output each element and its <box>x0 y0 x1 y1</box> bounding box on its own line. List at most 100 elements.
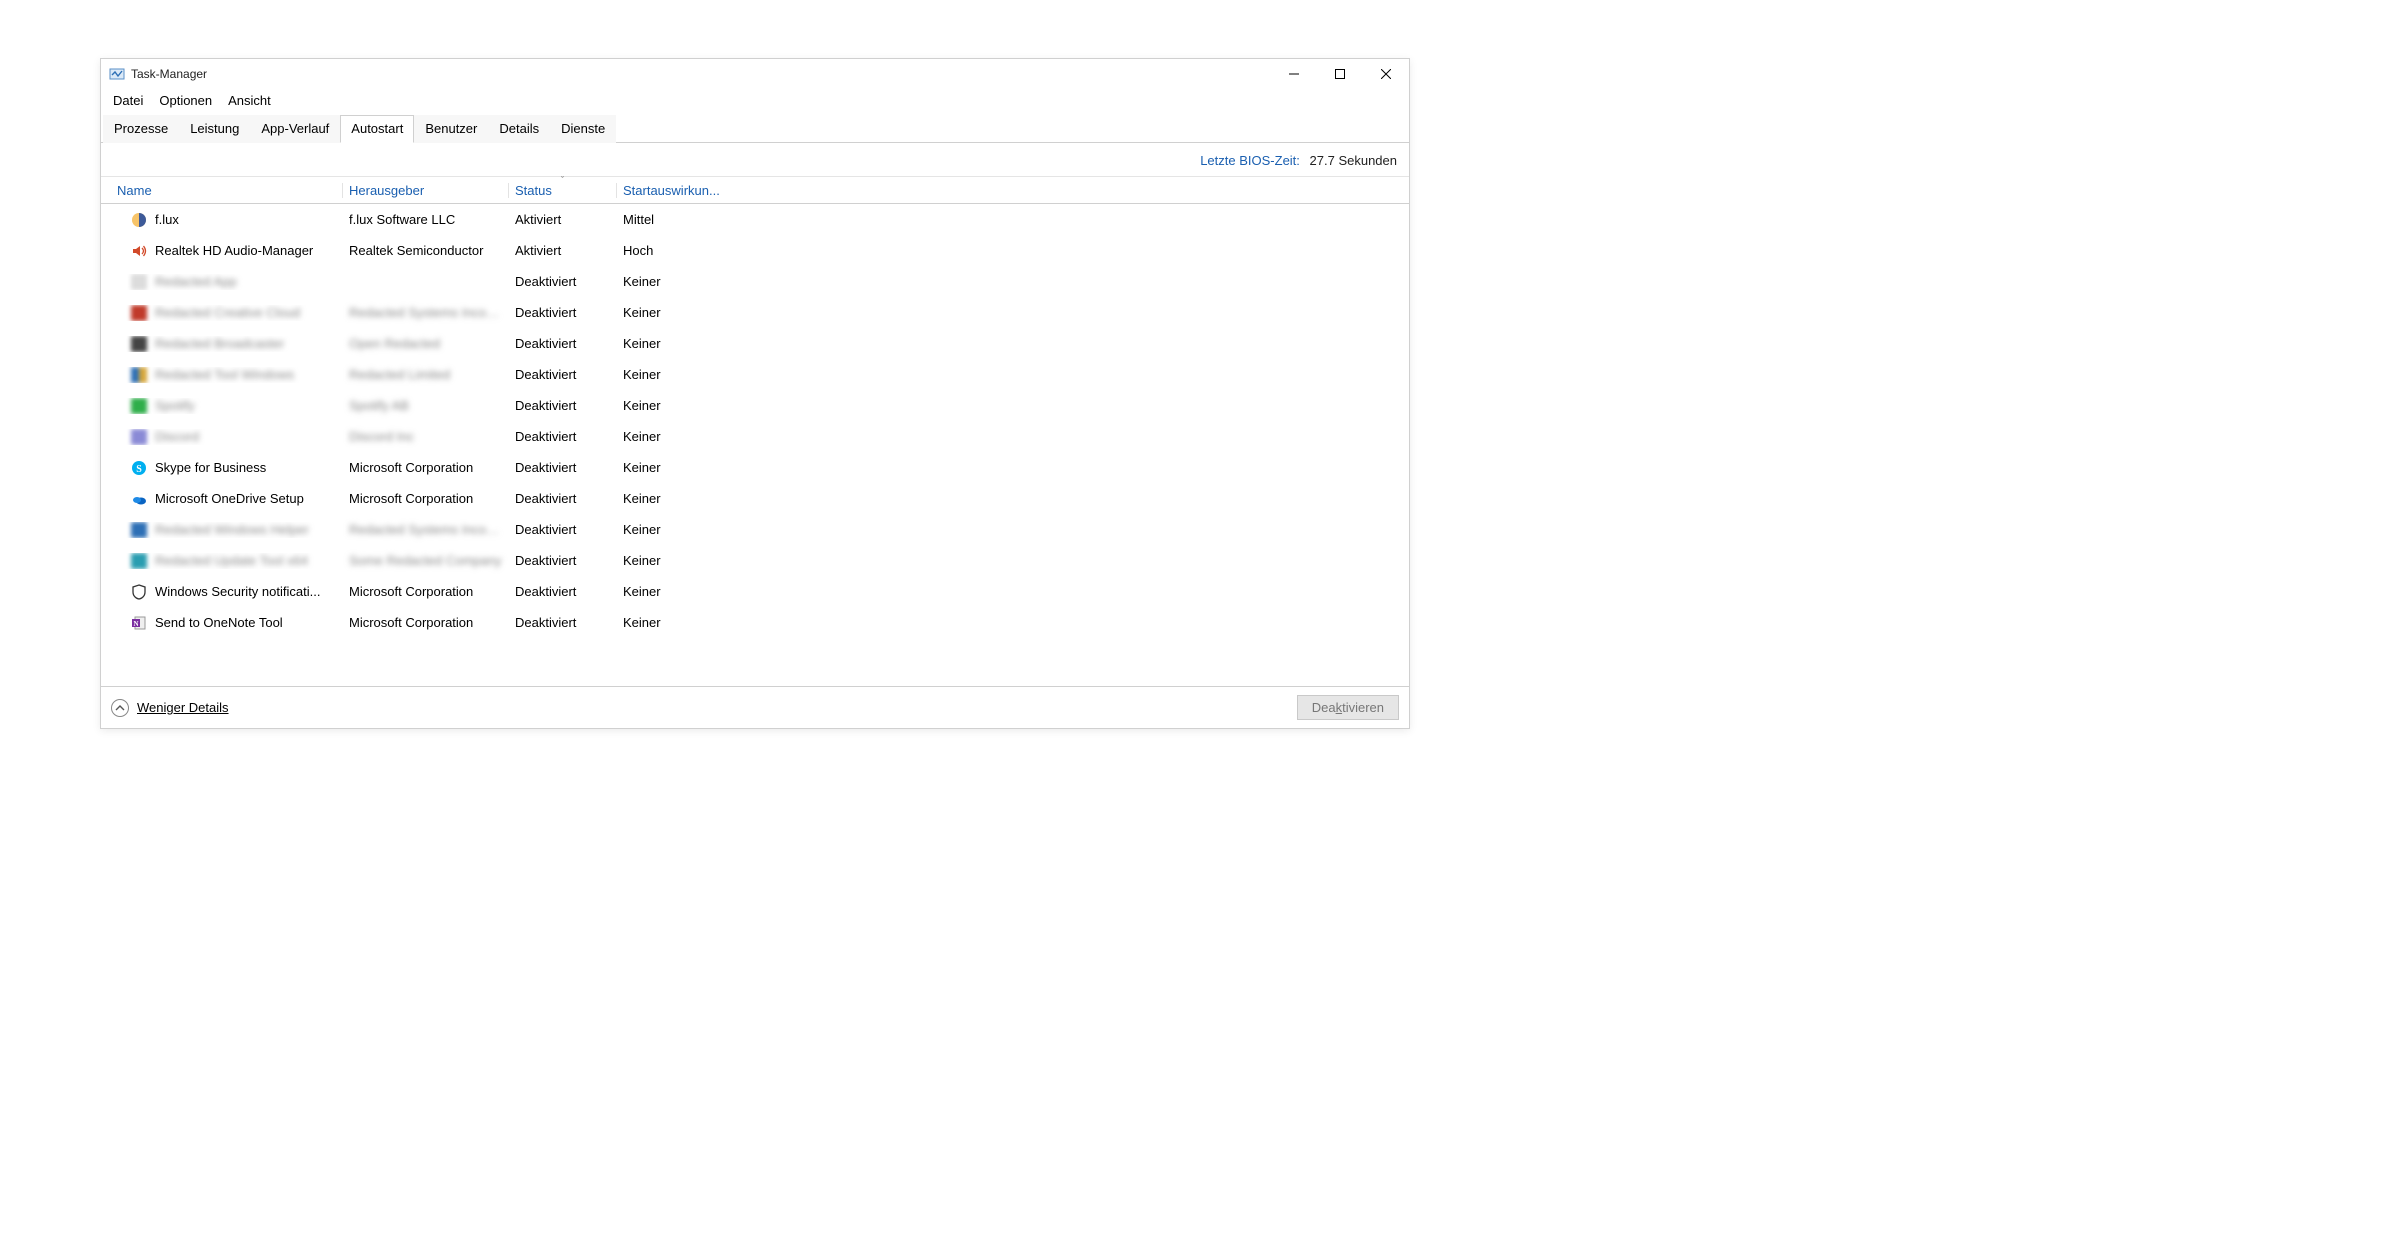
blur-violet-icon <box>131 429 147 445</box>
col-status[interactable]: ˇ Status <box>509 183 617 198</box>
speaker-icon <box>131 243 147 259</box>
blur-blue-icon <box>131 522 147 538</box>
app-name-label: Redacted Tool Windows <box>155 367 294 382</box>
maximize-button[interactable] <box>1317 59 1363 89</box>
cell-status: Deaktiviert <box>509 553 617 568</box>
table-row[interactable]: Windows Security notificati...Microsoft … <box>101 576 1409 607</box>
cell-name: Redacted Update Tool x64 <box>111 553 343 569</box>
cell-status: Deaktiviert <box>509 491 617 506</box>
cell-name: Discord <box>111 429 343 445</box>
blur-split-icon <box>131 367 147 383</box>
app-name-label: Redacted Broadcaster <box>155 336 284 351</box>
table-row[interactable]: DiscordDiscord IncDeaktiviertKeiner <box>101 421 1409 452</box>
table-row[interactable]: Redacted Tool WindowsRedacted LimitedDea… <box>101 359 1409 390</box>
table-row[interactable]: Realtek HD Audio-ManagerRealtek Semicond… <box>101 235 1409 266</box>
table-row[interactable]: Redacted AppDeaktiviertKeiner <box>101 266 1409 297</box>
flux-icon <box>131 212 147 228</box>
cell-publisher: Redacted Systems Incorp... <box>343 305 509 320</box>
menubar: Datei Optionen Ansicht <box>101 89 1409 114</box>
table-row[interactable]: SSkype for BusinessMicrosoft Corporation… <box>101 452 1409 483</box>
blur-dark-icon <box>131 336 147 352</box>
cell-status: Aktiviert <box>509 212 617 227</box>
app-name-label: Microsoft OneDrive Setup <box>155 491 304 506</box>
cell-name: f.lux <box>111 212 343 228</box>
cell-impact: Keiner <box>617 367 729 382</box>
table-row[interactable]: Redacted Update Tool x64Some Redacted Co… <box>101 545 1409 576</box>
cell-name: Windows Security notificati... <box>111 584 343 600</box>
cell-name: Realtek HD Audio-Manager <box>111 243 343 259</box>
cell-publisher: Realtek Semiconductor <box>343 243 509 258</box>
table-row[interactable]: Redacted Creative Cloud Redacted Systems … <box>101 297 1409 328</box>
col-impact[interactable]: Startauswirkun... <box>617 183 729 198</box>
cell-impact: Keiner <box>617 398 729 413</box>
footer: Weniger Details Deaktivieren <box>101 686 1409 728</box>
bios-value: 27.7 Sekunden <box>1310 153 1397 168</box>
fewer-details-label: Weniger Details <box>137 700 229 715</box>
tab-leistung[interactable]: Leistung <box>179 115 250 143</box>
table-row[interactable]: Redacted Windows Helper Redacted Systems … <box>101 514 1409 545</box>
cell-publisher: Some Redacted Company <box>343 553 509 568</box>
blur-red-icon <box>131 305 147 321</box>
minimize-button[interactable] <box>1271 59 1317 89</box>
table-row[interactable]: NSend to OneNote ToolMicrosoft Corporati… <box>101 607 1409 638</box>
tab-app-verlauf[interactable]: App-Verlauf <box>250 115 340 143</box>
cell-status: Deaktiviert <box>509 584 617 599</box>
table-header: Name Herausgeber ˇ Status Startauswirkun… <box>101 176 1409 204</box>
cell-status: Deaktiviert <box>509 429 617 444</box>
menu-ansicht[interactable]: Ansicht <box>220 91 279 110</box>
taskmgr-icon <box>109 66 125 82</box>
app-name-label: Spotify <box>155 398 195 413</box>
task-manager-window: Task-Manager Datei Optionen Ansicht Proz… <box>100 58 1410 729</box>
tab-dienste[interactable]: Dienste <box>550 115 616 143</box>
cell-impact: Keiner <box>617 460 729 475</box>
cell-impact: Keiner <box>617 336 729 351</box>
cell-impact: Mittel <box>617 212 729 227</box>
cell-publisher: Spotify AB <box>343 398 509 413</box>
deactivate-button[interactable]: Deaktivieren <box>1297 695 1399 720</box>
startup-list: f.luxf.lux Software LLCAktiviertMittelRe… <box>101 204 1409 686</box>
app-name-label: Skype for Business <box>155 460 266 475</box>
blur-green-icon <box>131 398 147 414</box>
window-controls <box>1271 59 1409 89</box>
cell-impact: Keiner <box>617 429 729 444</box>
table-row[interactable]: Microsoft OneDrive Setup Microsoft Corpor… <box>101 483 1409 514</box>
tab-details[interactable]: Details <box>488 115 550 143</box>
app-name-label: Redacted Windows Helper <box>155 522 309 537</box>
bios-label: Letzte BIOS-Zeit: <box>1200 153 1300 168</box>
app-name-label: Redacted App <box>155 274 237 289</box>
cell-publisher: Microsoft Corporation <box>343 491 509 506</box>
skype-icon: S <box>131 460 147 476</box>
app-name-label: Send to OneNote Tool <box>155 615 283 630</box>
cell-impact: Keiner <box>617 274 729 289</box>
menu-datei[interactable]: Datei <box>105 91 151 110</box>
table-row[interactable]: SpotifySpotify ABDeaktiviertKeiner <box>101 390 1409 421</box>
app-name-label: f.lux <box>155 212 179 227</box>
table-row[interactable]: Redacted BroadcasterOpen RedactedDeaktiv… <box>101 328 1409 359</box>
tab-bar: Prozesse Leistung App-Verlauf Autostart … <box>101 114 1409 143</box>
bios-time-line: Letzte BIOS-Zeit: 27.7 Sekunden <box>101 143 1409 176</box>
cell-name: Spotify <box>111 398 343 414</box>
blur-gray-icon <box>131 274 147 290</box>
cell-publisher: Microsoft Corporation <box>343 615 509 630</box>
svg-text:S: S <box>136 464 142 475</box>
app-name-label: Discord <box>155 429 199 444</box>
cell-impact: Keiner <box>617 522 729 537</box>
fewer-details-toggle[interactable]: Weniger Details <box>111 699 229 717</box>
cell-status: Deaktiviert <box>509 522 617 537</box>
cell-publisher: Redacted Limited <box>343 367 509 382</box>
app-name-label: Redacted Creative Cloud <box>155 305 300 320</box>
cell-publisher: Redacted Systems Incorp... <box>343 522 509 537</box>
col-publisher[interactable]: Herausgeber <box>343 183 509 198</box>
titlebar: Task-Manager <box>101 59 1409 89</box>
cell-impact: Keiner <box>617 553 729 568</box>
tab-autostart[interactable]: Autostart <box>340 115 414 143</box>
col-name[interactable]: Name <box>111 183 343 198</box>
menu-optionen[interactable]: Optionen <box>151 91 220 110</box>
cell-impact: Keiner <box>617 615 729 630</box>
cell-impact: Keiner <box>617 305 729 320</box>
tab-benutzer[interactable]: Benutzer <box>414 115 488 143</box>
tab-prozesse[interactable]: Prozesse <box>103 115 179 143</box>
cell-impact: Keiner <box>617 491 729 506</box>
table-row[interactable]: f.luxf.lux Software LLCAktiviertMittel <box>101 204 1409 235</box>
close-button[interactable] <box>1363 59 1409 89</box>
